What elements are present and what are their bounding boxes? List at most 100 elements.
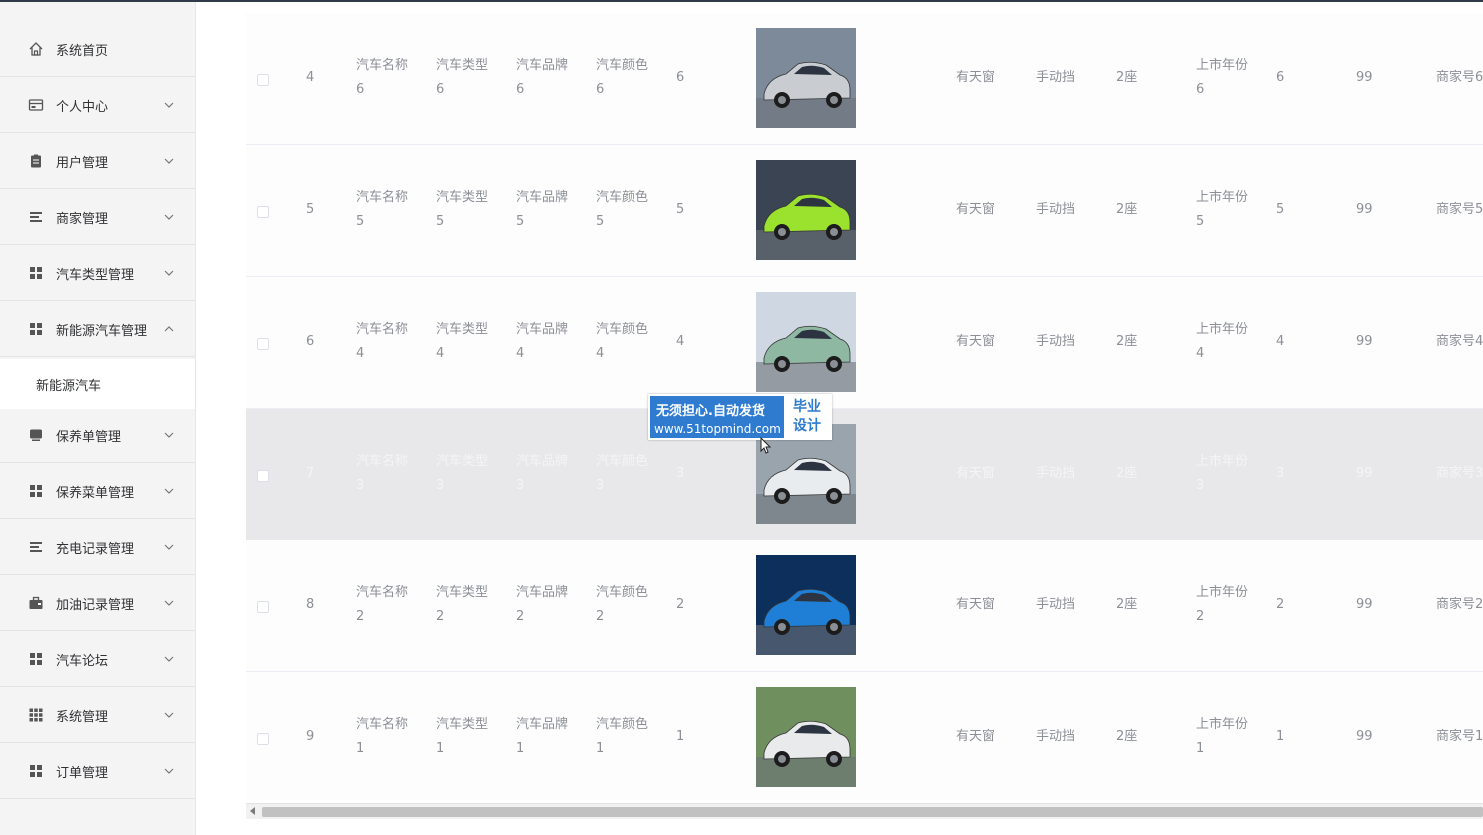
list-icon: [28, 539, 44, 555]
clipboard-icon: [28, 153, 44, 169]
car-count: 2: [1276, 597, 1285, 612]
chevron-down-icon[interactable]: [163, 597, 175, 609]
chevron-down-icon[interactable]: [163, 429, 175, 441]
sidebar-item-7[interactable]: 保养菜单管理: [0, 464, 195, 519]
car-release-year-line: 上市年份: [1196, 190, 1249, 205]
sidebar-item-label: 汽车类型管理: [56, 267, 135, 283]
car-name-line: 2: [356, 609, 365, 624]
table-row[interactable]: 8 汽车名称 2 汽车类型 2 汽车品牌 2 汽车颜色 2 2 有天窗 手动挡 2座 上市年份 2 2 99 商家…: [246, 540, 1483, 672]
grid-icon: [28, 651, 44, 667]
car-type-line: 2: [436, 609, 445, 624]
car-name-line: 汽车名称: [356, 717, 409, 732]
chevron-down-icon[interactable]: [163, 155, 175, 167]
car-release-year: 上市年份 3: [1196, 450, 1248, 498]
car-count: 5: [1276, 202, 1285, 217]
car-release-year-line: 3: [1196, 478, 1205, 493]
car-color-line: 1: [596, 741, 605, 756]
car-release-year-line: 2: [1196, 609, 1205, 624]
sidebar-item-8[interactable]: 充电记录管理: [0, 520, 195, 575]
sidebar-item-0[interactable]: 系统首页: [0, 22, 195, 77]
sidebar-item-10[interactable]: 汽车论坛: [0, 632, 195, 687]
merchant-id: 商家号2: [1436, 597, 1483, 612]
row-checkbox[interactable]: [257, 74, 269, 86]
monitor-icon: [28, 427, 44, 443]
car-release-year-line: 6: [1196, 82, 1205, 97]
car-brand-line: 2: [516, 609, 525, 624]
car-name-line: 3: [356, 478, 365, 493]
row-checkbox[interactable]: [257, 206, 269, 218]
horizontal-scrollbar[interactable]: [246, 803, 1483, 819]
apps-icon: [28, 707, 44, 723]
row-checkbox[interactable]: [257, 601, 269, 613]
watermark-side1: 毕业: [793, 399, 821, 415]
car-color-line: 汽车颜色: [596, 322, 649, 337]
car-release-year-line: 上市年份: [1196, 717, 1249, 732]
scrollbar-thumb[interactable]: [262, 807, 1483, 817]
car-brand: 汽车品牌 3: [516, 450, 568, 498]
car-count: 3: [1276, 466, 1285, 481]
sidebar-item-label: 商家管理: [56, 211, 109, 227]
car-color: 汽车颜色 3: [596, 450, 648, 498]
car-type-line: 汽车类型: [436, 454, 489, 469]
chevron-down-icon[interactable]: [163, 99, 175, 111]
chevron-down-icon[interactable]: [163, 709, 175, 721]
row-checkbox[interactable]: [257, 338, 269, 350]
table-row[interactable]: 4 汽车名称 6 汽车类型 6 汽车品牌 6 汽车颜色 6 6 有天窗 手动挡 2座 上市年份 6 6 99 商家…: [246, 13, 1483, 145]
car-release-year: 上市年份 1: [1196, 713, 1248, 761]
car-type-line: 汽车类型: [436, 190, 489, 205]
grid-icon: [28, 321, 44, 337]
sidebar-item-4[interactable]: 汽车类型管理: [0, 246, 195, 301]
sidebar-item-11[interactable]: 系统管理: [0, 688, 195, 743]
car-thumbnail[interactable]: [756, 28, 856, 128]
chevron-down-icon[interactable]: [163, 653, 175, 665]
car-brand: 汽车品牌 6: [516, 54, 568, 102]
sidebar-item-label: 用户管理: [56, 155, 109, 171]
car-brand-line: 5: [516, 214, 525, 229]
chevron-down-icon[interactable]: [163, 765, 175, 777]
car-type: 汽车类型 3: [436, 450, 488, 498]
sidebar-item-1[interactable]: 个人中心: [0, 78, 195, 133]
table-row[interactable]: 9 汽车名称 1 汽车类型 1 汽车品牌 1 汽车颜色 1 1 有天窗 手动挡 2座 上市年份 1 1 99 商家…: [246, 672, 1483, 800]
chevron-down-icon[interactable]: [163, 211, 175, 223]
car-type: 汽车类型 2: [436, 581, 488, 629]
merchant-id: 商家号5: [1436, 202, 1483, 217]
car-type: 汽车类型 1: [436, 713, 488, 761]
list-icon: [28, 209, 44, 225]
sidebar-item-6[interactable]: 保养单管理: [0, 408, 195, 463]
car-sunroof: 有天窗: [956, 334, 996, 349]
chevron-down-icon[interactable]: [163, 485, 175, 497]
table-row[interactable]: 6 汽车名称 4 汽车类型 4 汽车品牌 4 汽车颜色 4 4 有天窗 手动挡 2座 上市年份 4 4 99 商家…: [246, 277, 1483, 409]
scroll-left-arrow-icon[interactable]: [250, 807, 255, 815]
row-index: 5: [306, 202, 315, 217]
car-thumbnail[interactable]: [756, 687, 856, 787]
sidebar-item-9[interactable]: 加油记录管理: [0, 576, 195, 631]
car-thumbnail[interactable]: [756, 555, 856, 655]
home-icon: [28, 41, 44, 57]
table-row[interactable]: 5 汽车名称 5 汽车类型 5 汽车品牌 5 汽车颜色 5 5 有天窗 手动挡 2座 上市年份 5 5 99 商家…: [246, 145, 1483, 277]
watermark-badge: 无须担心.自动发货 www.51topmind.com 毕业 设计: [648, 394, 832, 440]
car-color-line: 汽车颜色: [596, 585, 649, 600]
chevron-down-icon[interactable]: [163, 541, 175, 553]
car-color: 汽车颜色 4: [596, 318, 648, 366]
chevron-down-icon[interactable]: [163, 267, 175, 279]
car-number: 1: [676, 729, 685, 744]
car-type: 汽车类型 6: [436, 54, 488, 102]
mouse-cursor-icon: [760, 436, 772, 459]
row-checkbox[interactable]: [257, 470, 269, 482]
sidebar-item-3[interactable]: 商家管理: [0, 190, 195, 245]
sidebar-item-5[interactable]: 新能源汽车管理: [0, 302, 195, 357]
car-color-line: 5: [596, 214, 605, 229]
row-checkbox[interactable]: [257, 733, 269, 745]
table-row[interactable]: 7 汽车名称 3 汽车类型 3 汽车品牌 3 汽车颜色 3 3 有天窗 手动挡 2座 上市年份 3 3 99 商家…: [246, 409, 1483, 541]
car-gearbox: 手动挡: [1036, 70, 1076, 85]
sidebar-subitem-new-energy-car[interactable]: 新能源汽车: [0, 359, 195, 409]
car-thumbnail[interactable]: [756, 292, 856, 392]
sidebar-item-label: 保养菜单管理: [56, 485, 135, 501]
car-thumbnail[interactable]: [756, 160, 856, 260]
sidebar-item-2[interactable]: 用户管理: [0, 134, 195, 189]
car-brand: 汽车品牌 2: [516, 581, 568, 629]
car-release-year: 上市年份 4: [1196, 318, 1248, 366]
sidebar-item-12[interactable]: 订单管理: [0, 744, 195, 799]
sidebar-item-label: 个人中心: [56, 99, 109, 115]
chevron-up-icon[interactable]: [163, 323, 175, 335]
